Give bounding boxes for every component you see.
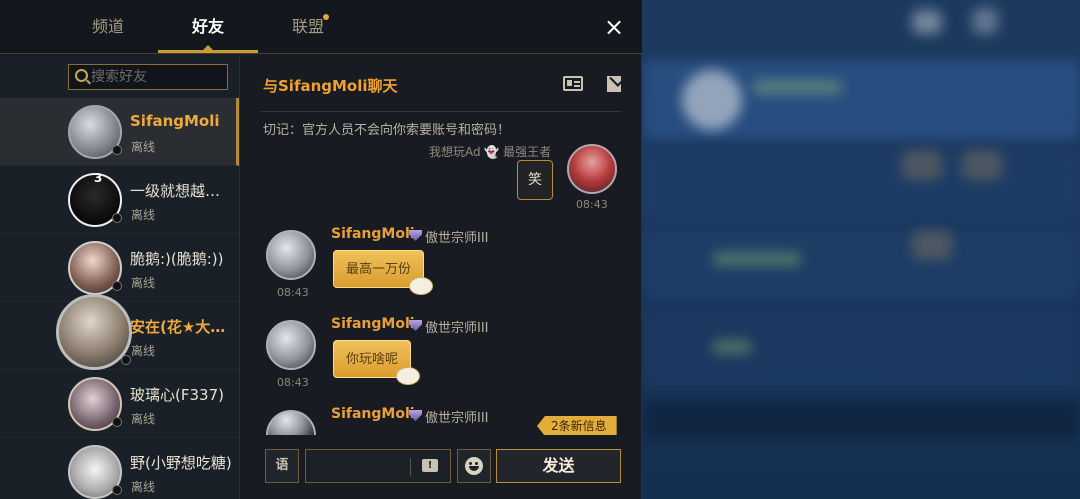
status-dot <box>112 417 122 427</box>
close-button[interactable]: × <box>600 12 628 42</box>
sender-avatar[interactable] <box>266 410 316 435</box>
message-text: 你玩啥呢 <box>346 352 399 367</box>
quick-message-icon[interactable]: ! <box>422 459 438 472</box>
chat-window: 与SifangMoli聊天 切记：官方人员不会向你索要账号和密码！ 我想玩Ad … <box>241 55 641 499</box>
friend-status: 离线 <box>131 140 156 154</box>
status-dot <box>112 485 122 495</box>
search-icon <box>75 69 88 82</box>
sender-avatar[interactable] <box>266 320 316 370</box>
divider <box>261 111 621 112</box>
status-dot <box>121 355 131 365</box>
message-time: 08:43 <box>576 198 608 211</box>
divider <box>410 458 411 476</box>
chat-title: 与SifangMoli聊天 <box>263 77 398 95</box>
friend-status: 离线 <box>131 412 156 426</box>
avatar <box>68 241 122 295</box>
tab-bar: 频道 好友 联盟 × <box>0 0 642 54</box>
status-dot <box>112 145 122 155</box>
chat-input-bar: 语 ! 发送 <box>241 435 641 499</box>
friend-name: 玻璃心(F337) <box>130 386 224 404</box>
message-bubble: 笑 <box>517 160 553 200</box>
friend-list: SifangMoli 离线 3 一级就想越… 离线 脆鹅:)(脆鹅:)) 离线 … <box>0 55 240 499</box>
message-input[interactable] <box>312 450 408 482</box>
message-bubble: 最高一万份 <box>333 250 434 295</box>
alliance-notification-dot <box>323 14 329 20</box>
friend-name: 一级就想越… <box>130 182 221 200</box>
emoji-button[interactable] <box>457 449 491 483</box>
friend-item[interactable]: SifangMoli 离线 <box>0 98 239 166</box>
friend-status: 离线 <box>131 276 156 290</box>
sender-rank: 傲世宗师III <box>425 321 489 336</box>
friend-item[interactable]: 玻璃心(F337) 离线 <box>0 370 239 438</box>
friend-name: 脆鹅:)(脆鹅:)) <box>130 250 224 268</box>
security-warning: 切记：官方人员不会向你索要账号和密码！ <box>263 123 511 138</box>
sender-rank: 傲世宗师III <box>425 231 489 246</box>
status-dot <box>112 281 122 291</box>
my-avatar <box>567 144 617 194</box>
voice-button[interactable]: 语 <box>265 449 299 483</box>
status-dot <box>112 213 122 223</box>
sender-name: SifangMoli <box>331 226 415 242</box>
social-panel: 频道 好友 联盟 × SifangMoli 离线 3 一级就想越… 离线 <box>0 0 642 499</box>
friend-status: 离线 <box>131 208 156 222</box>
avatar <box>68 377 122 431</box>
friend-item[interactable]: 野(小野想吃糖) 离线 <box>0 438 239 499</box>
message-bubble: 你玩啥呢 <box>333 340 421 385</box>
send-button[interactable]: 发送 <box>496 449 621 483</box>
sender-rank: 傲世宗师III <box>425 411 489 426</box>
previous-message-text: 我想玩Ad 👻 最强王者 <box>429 145 552 159</box>
friend-item[interactable]: 3 一级就想越… 离线 <box>0 166 239 234</box>
tab-channel[interactable]: 频道 <box>58 0 158 54</box>
avatar <box>68 105 122 159</box>
sender-name: SifangMoli <box>331 316 415 332</box>
search-input[interactable] <box>91 65 227 89</box>
mascot-sticker-icon <box>396 367 421 385</box>
mascot-sticker-icon <box>409 277 434 295</box>
search-box[interactable] <box>68 64 228 90</box>
level-badge: 3 <box>94 171 103 185</box>
profile-card-icon[interactable] <box>563 76 583 91</box>
message-time: 08:43 <box>277 376 309 389</box>
avatar <box>56 294 132 370</box>
blurred-game-background <box>642 0 1080 499</box>
friend-item[interactable]: 脆鹅:)(脆鹅:)) 离线 <box>0 234 239 302</box>
new-messages-badge[interactable]: 2条新信息 <box>537 416 617 436</box>
message-text: 最高一万份 <box>346 262 412 277</box>
message-field[interactable]: ! <box>305 449 451 483</box>
tab-alliance[interactable]: 联盟 <box>258 0 358 54</box>
sender-name: SifangMoli <box>331 406 415 422</box>
mail-icon[interactable] <box>607 76 621 92</box>
friend-name: 安在(花★大… <box>130 318 226 336</box>
message-time: 08:43 <box>277 286 309 299</box>
friend-item[interactable]: 安在(花★大… 离线 <box>0 294 239 370</box>
friend-status: 离线 <box>131 344 156 358</box>
avatar: 3 <box>68 171 122 227</box>
sender-avatar[interactable] <box>266 230 316 280</box>
friend-name: SifangMoli <box>130 112 220 130</box>
active-tab-caret-icon <box>202 45 214 51</box>
friend-name: 野(小野想吃糖) <box>130 454 232 472</box>
avatar <box>68 445 122 499</box>
emoji-icon <box>465 457 483 475</box>
friend-status: 离线 <box>131 480 156 494</box>
